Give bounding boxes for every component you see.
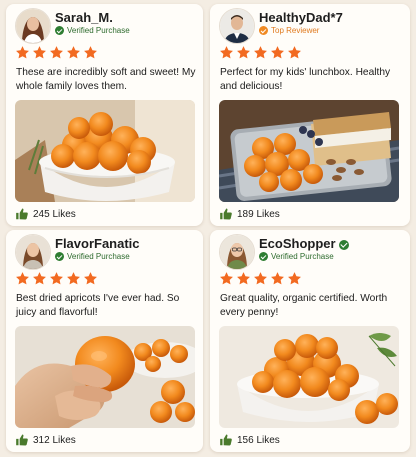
thumbs-up-icon: [15, 207, 29, 221]
username[interactable]: EcoShopper: [259, 236, 349, 251]
like-button[interactable]: 245 Likes: [15, 207, 76, 221]
star-icon: [236, 45, 251, 60]
star-icon: [270, 45, 285, 60]
star-rating: [15, 271, 98, 286]
verified-check-icon: [338, 239, 349, 250]
star-icon: [15, 271, 30, 286]
medal-icon: [259, 26, 268, 35]
review-photo[interactable]: [15, 326, 195, 428]
star-icon: [49, 271, 64, 286]
avatar[interactable]: [15, 234, 51, 270]
avatar[interactable]: [219, 234, 255, 270]
top-reviewer-badge: Top Reviewer: [259, 26, 319, 35]
review-text: Best dried apricots I've ever had. So ju…: [16, 293, 180, 318]
star-icon: [253, 45, 268, 60]
star-icon: [66, 45, 81, 60]
thumbs-up-icon: [219, 433, 233, 447]
username[interactable]: Sarah_M.: [55, 10, 113, 25]
star-icon: [287, 271, 302, 286]
star-icon: [83, 271, 98, 286]
like-button[interactable]: 189 Likes: [219, 207, 280, 221]
review-photo[interactable]: [219, 326, 399, 428]
thumbs-up-icon: [219, 207, 233, 221]
review-text: Perfect for my kids' lunchbox. Healthy a…: [220, 67, 391, 92]
star-icon: [219, 45, 234, 60]
check-icon: [55, 26, 64, 35]
thumbs-up-icon: [15, 433, 29, 447]
check-icon: [55, 252, 64, 261]
avatar[interactable]: [219, 8, 255, 44]
star-icon: [66, 271, 81, 286]
star-rating: [219, 45, 302, 60]
verified-badge: Verified Purchase: [55, 252, 130, 261]
username[interactable]: FlavorFanatic: [55, 236, 140, 251]
review-photo[interactable]: [219, 100, 399, 202]
review-card: HealthyDad*7 Top Reviewer Perfect for my…: [210, 4, 410, 226]
avatar[interactable]: [15, 8, 51, 44]
review-text: Great quality, organic certified. Worth …: [220, 293, 388, 318]
star-icon: [32, 271, 47, 286]
star-icon: [253, 271, 268, 286]
review-card: FlavorFanatic Verified Purchase Best dri…: [6, 230, 203, 452]
star-rating: [219, 271, 302, 286]
star-rating: [15, 45, 98, 60]
star-icon: [270, 271, 285, 286]
star-icon: [49, 45, 64, 60]
verified-badge: Verified Purchase: [55, 26, 130, 35]
star-icon: [236, 271, 251, 286]
star-icon: [83, 45, 98, 60]
star-icon: [32, 45, 47, 60]
star-icon: [219, 271, 234, 286]
review-photo[interactable]: [15, 100, 195, 202]
check-icon: [259, 252, 268, 261]
review-card: Sarah_M. Verified Purchase These are inc…: [6, 4, 203, 226]
like-button[interactable]: 312 Likes: [15, 433, 76, 447]
review-card: EcoShopper Verified Purchase Great quali…: [210, 230, 410, 452]
star-icon: [15, 45, 30, 60]
star-icon: [287, 45, 302, 60]
like-button[interactable]: 156 Likes: [219, 433, 280, 447]
verified-badge: Verified Purchase: [259, 252, 334, 261]
review-text: These are incredibly soft and sweet! My …: [16, 67, 196, 92]
username[interactable]: HealthyDad*7: [259, 10, 343, 25]
